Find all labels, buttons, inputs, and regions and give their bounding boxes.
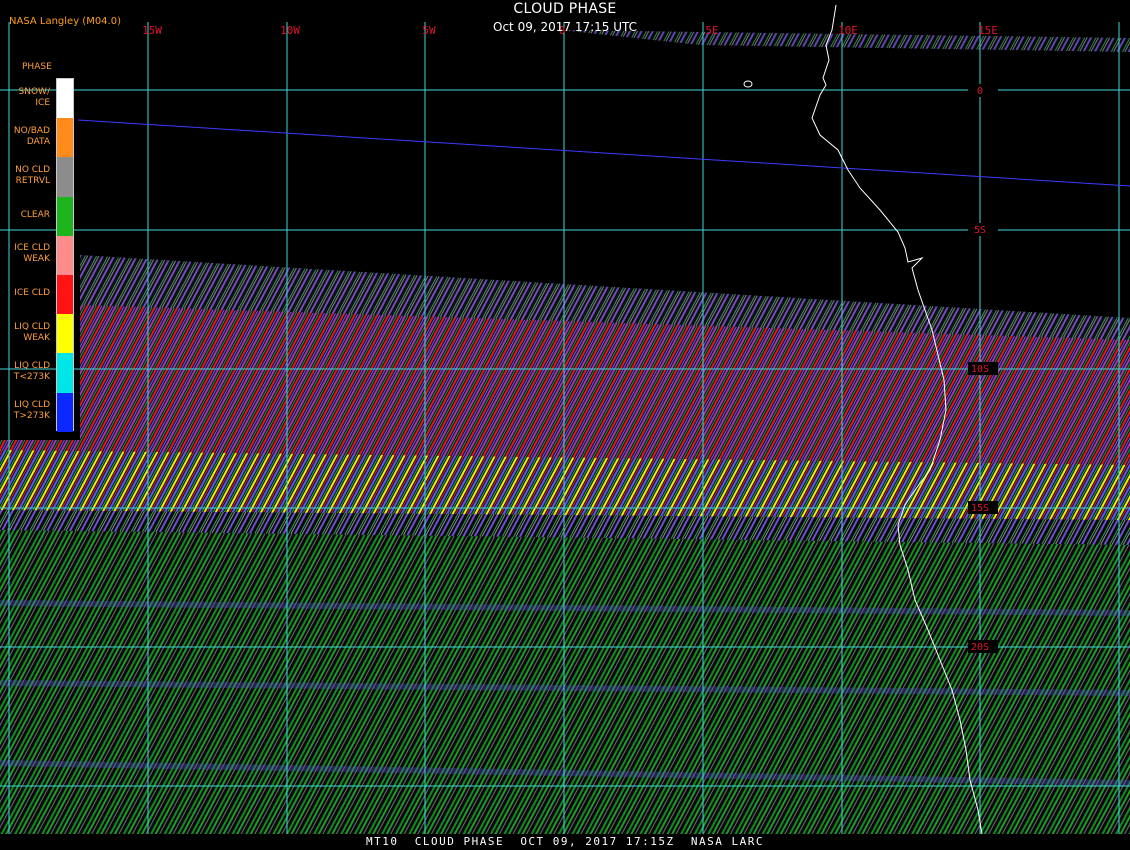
legend-swatch (57, 157, 73, 197)
legend-label: LIQ CLD WEAK (14, 321, 50, 343)
legend-swatch (57, 79, 73, 119)
legend-swatch (57, 314, 73, 354)
satellite-map-view: 15W 10W 5W 0 5E 10E 15E 0 5S 10S 15S 20S CLOUD PHAS… (0, 0, 1130, 850)
legend-label: LIQ CLD T<273K (13, 361, 50, 382)
swath-band-lower (0, 520, 1130, 834)
latitude-label: 0 (977, 86, 983, 97)
track-line (77, 119, 1130, 187)
map-timestamp: Oct 09, 2017 17:15 UTC (493, 20, 637, 34)
legend-label: NO CLD RETRVL (15, 165, 50, 186)
legend-swatch (57, 392, 73, 432)
latitude-label: 5S (974, 225, 986, 236)
latitude-label: 20S (971, 642, 989, 653)
latitude-label: 15S (971, 503, 989, 514)
footer-caption: MT10 CLOUD PHASE OCT 09, 2017 17:15Z NAS… (0, 834, 1130, 850)
legend-swatch (57, 118, 73, 158)
map-title: CLOUD PHASE (513, 1, 617, 17)
legend-swatch (57, 235, 73, 275)
cloud-phase-map: 15W 10W 5W 0 5E 10E 15E05S10S15S20S (0, 4, 1130, 835)
legend-swatch (57, 353, 73, 393)
legend-label: ICE CLD (14, 288, 50, 299)
island-outline (743, 80, 753, 88)
legend-title: PHASE (22, 62, 52, 72)
legend-label: LIQ CLD T>273K (13, 400, 50, 422)
legend-label: SNOW/ ICE (18, 86, 50, 108)
legend-label: NO/BAD DATA (13, 125, 50, 147)
legend-swatch (57, 196, 73, 236)
legend-label: CLEAR (20, 209, 50, 220)
latitude-label: 10S (971, 364, 989, 375)
legend-label: ICE CLD WEAK (14, 243, 50, 265)
legend-swatch (57, 275, 73, 315)
data-source-label: NASA Langley (M04.0) (9, 16, 121, 27)
